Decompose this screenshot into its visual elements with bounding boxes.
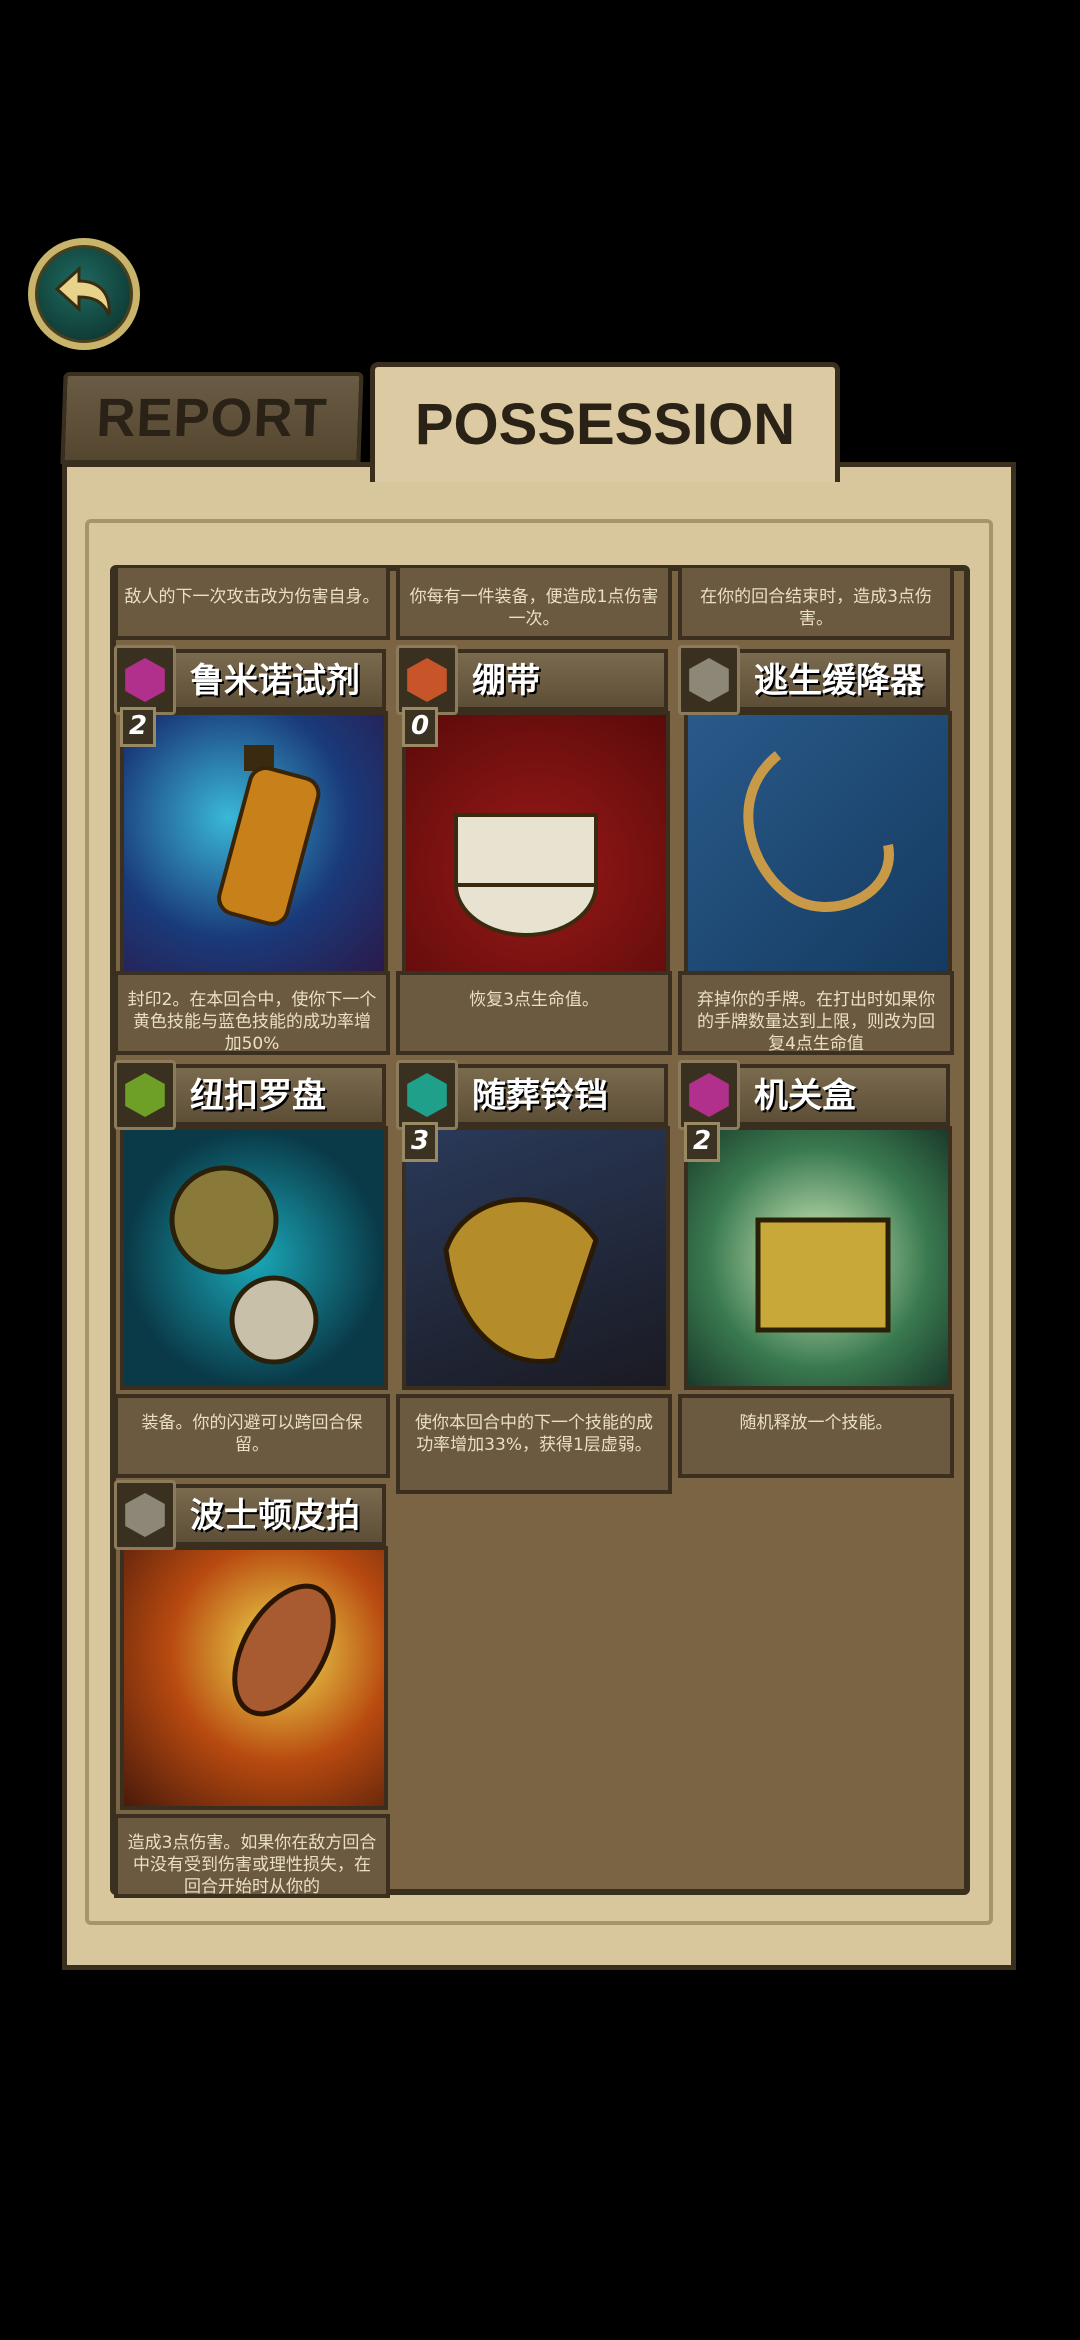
bandage-roll-icon bbox=[402, 711, 670, 975]
funeral-bell-icon bbox=[402, 1126, 670, 1390]
card-funeral-bell[interactable]: 3 随葬铃铛 使你本回合中的下一个技能的成功率增加33%，获得1层虚弱。 bbox=[396, 1060, 672, 1500]
escape-rope-icon bbox=[684, 711, 952, 975]
card-name: 纽扣罗盘 bbox=[156, 1064, 386, 1126]
card-luminol[interactable]: 2 鲁米诺试剂 封印2。在本回合中，使你下一个黄色技能与蓝色技能的成功率增加50… bbox=[114, 645, 390, 1057]
card-leather-slapper[interactable]: 波士顿皮拍 造成3点伤害。如果你在敌方回合中没有受到伤害或理性损失，在回合开始时… bbox=[114, 1480, 390, 1900]
magenta-gem-icon bbox=[114, 645, 176, 715]
tab-possession[interactable]: POSSESSION bbox=[370, 362, 840, 482]
card-name: 鲁米诺试剂 bbox=[156, 649, 386, 711]
card-name: 逃生缓降器 bbox=[720, 649, 950, 711]
card-name: 波士顿皮拍 bbox=[156, 1484, 386, 1546]
card-description: 敌人的下一次攻击改为伤害自身。 bbox=[114, 568, 390, 640]
card-puzzle-box[interactable]: 2 机关盒 随机释放一个技能。 bbox=[678, 1060, 954, 1482]
card-bandage[interactable]: 0 绷带 恢复3点生命值。 bbox=[396, 645, 672, 1057]
card-button-compass[interactable]: 纽扣罗盘 装备。你的闪避可以跨回合保留。 bbox=[114, 1060, 390, 1482]
card-cost: 3 bbox=[402, 1122, 438, 1162]
card-description: 你每有一件装备，便造成1点伤害一次。 bbox=[396, 568, 672, 640]
orange-gem-icon bbox=[396, 645, 458, 715]
gray-gem-icon bbox=[114, 1480, 176, 1550]
card-description: 装备。你的闪避可以跨回合保留。 bbox=[114, 1394, 390, 1478]
card-description: 封印2。在本回合中，使你下一个黄色技能与蓝色技能的成功率增加50% bbox=[114, 971, 390, 1055]
card-cost: 2 bbox=[120, 707, 156, 747]
card-cost: 2 bbox=[684, 1122, 720, 1162]
tab-report[interactable]: REPORT bbox=[60, 372, 364, 464]
card-description: 恢复3点生命值。 bbox=[396, 971, 672, 1055]
card-name: 机关盒 bbox=[720, 1064, 950, 1126]
card-description: 在你的回合结束时，造成3点伤害。 bbox=[678, 568, 954, 640]
green-gem-icon bbox=[114, 1060, 176, 1130]
puzzle-box-icon bbox=[684, 1126, 952, 1390]
card-name: 随葬铃铛 bbox=[438, 1064, 668, 1126]
card-description: 造成3点伤害。如果你在敌方回合中没有受到伤害或理性损失，在回合开始时从你的 bbox=[114, 1814, 390, 1898]
card-cost: 0 bbox=[402, 707, 438, 747]
card-description: 弃掉你的手牌。在打出时如果你的手牌数量达到上限，则改为回复4点生命值 bbox=[678, 971, 954, 1055]
card-escape-rope[interactable]: 逃生缓降器 弃掉你的手牌。在打出时如果你的手牌数量达到上限，则改为回复4点生命值 bbox=[678, 645, 954, 1057]
teal-gem-icon bbox=[396, 1060, 458, 1130]
luminol-spray-icon bbox=[120, 711, 388, 975]
gray-gem-icon bbox=[678, 645, 740, 715]
back-arrow-icon bbox=[54, 265, 111, 316]
card-description: 使你本回合中的下一个技能的成功率增加33%，获得1层虚弱。 bbox=[396, 1394, 672, 1494]
card-description: 随机释放一个技能。 bbox=[678, 1394, 954, 1478]
magenta-gem-icon bbox=[678, 1060, 740, 1130]
back-button[interactable] bbox=[28, 238, 140, 350]
card-name: 绷带 bbox=[438, 649, 668, 711]
button-compass-icon bbox=[120, 1126, 388, 1390]
leather-slapper-icon bbox=[120, 1546, 388, 1810]
